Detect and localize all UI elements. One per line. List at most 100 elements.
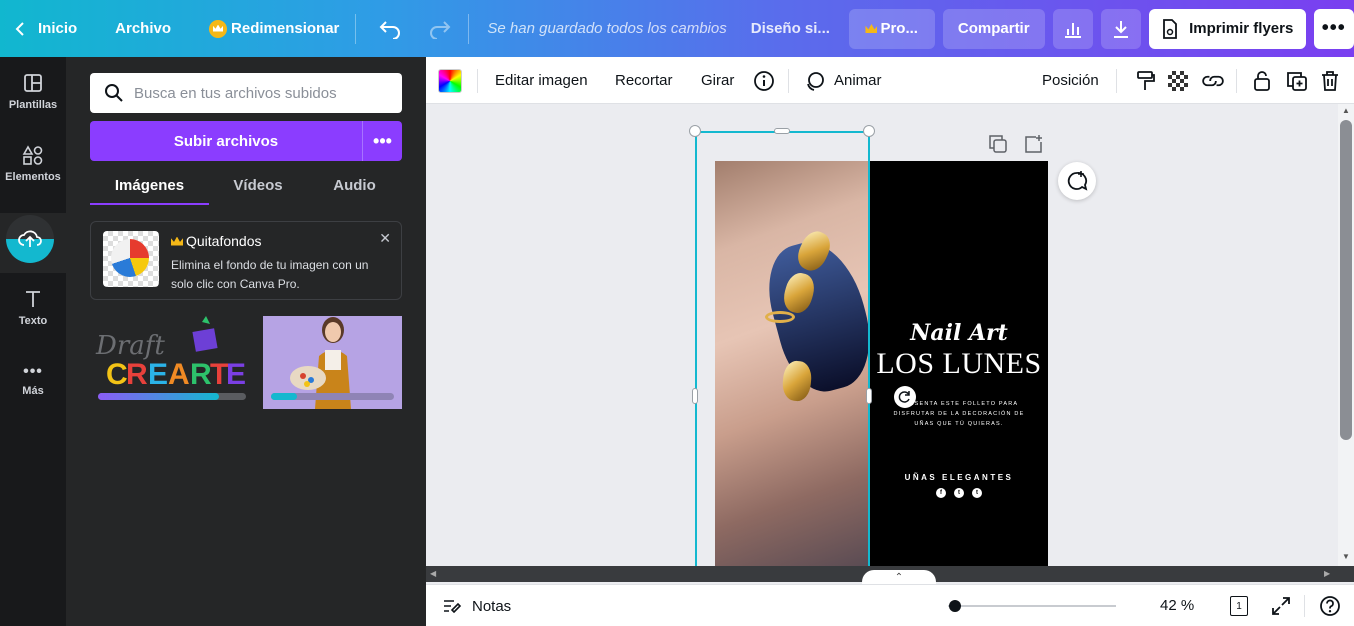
resize-handle-top[interactable] bbox=[774, 128, 790, 134]
add-comment-button[interactable] bbox=[1058, 162, 1096, 200]
page-duplicate-icon[interactable] bbox=[988, 134, 1008, 159]
link-icon bbox=[1202, 75, 1224, 86]
resize-handle-top-right[interactable] bbox=[863, 125, 875, 137]
design-title[interactable]: Diseño si... bbox=[739, 20, 839, 37]
link-button[interactable] bbox=[1202, 57, 1224, 104]
download-button[interactable] bbox=[1100, 8, 1141, 49]
scroll-right-icon[interactable]: ▶ bbox=[1324, 569, 1330, 578]
design-canvas[interactable]: Nail Art LOS LUNES PRESENTA ESTE FOLLETO… bbox=[426, 104, 1338, 566]
flyer-main-heading[interactable]: LOS LUNES bbox=[870, 347, 1048, 381]
edit-image-button[interactable]: Editar imagen bbox=[495, 57, 588, 104]
rotate-handle[interactable] bbox=[894, 386, 916, 408]
info-icon bbox=[754, 70, 774, 91]
file-menu-button[interactable]: Archivo bbox=[105, 9, 181, 49]
edit-image-label: Editar imagen bbox=[495, 72, 588, 89]
social-icons: f t t bbox=[936, 488, 982, 498]
zoom-level[interactable]: 42 % bbox=[1160, 597, 1194, 614]
tab-audio[interactable]: Audio bbox=[307, 171, 402, 205]
home-button[interactable]: Inicio bbox=[0, 9, 87, 49]
transparency-button[interactable] bbox=[1168, 57, 1188, 104]
insights-button[interactable] bbox=[1052, 8, 1093, 49]
divider bbox=[1304, 595, 1305, 617]
info-button[interactable] bbox=[753, 57, 775, 104]
scroll-up-icon[interactable]: ▲ bbox=[1342, 106, 1350, 115]
background-remover-promo[interactable]: Quitafondos Elimina el fondo de tu image… bbox=[90, 221, 402, 300]
save-status: Se han guardado todos los cambios bbox=[487, 20, 727, 37]
rail-item-text[interactable]: Texto bbox=[0, 273, 66, 343]
comment-add-icon bbox=[1067, 171, 1088, 191]
crop-button[interactable]: Recortar bbox=[615, 57, 673, 104]
crown-icon bbox=[171, 236, 183, 246]
rail-item-templates[interactable]: Plantillas bbox=[0, 57, 66, 127]
show-pages-button[interactable]: ⌃ bbox=[862, 570, 936, 584]
rail-item-elements[interactable]: Elementos bbox=[0, 129, 66, 199]
page-add-icon[interactable] bbox=[1024, 134, 1044, 159]
flyer-footer-text[interactable]: UÑAS ELEGANTES bbox=[870, 473, 1048, 482]
search-placeholder: Busca en tus archivos subidos bbox=[134, 84, 337, 102]
upload-options-button[interactable]: ••• bbox=[362, 121, 402, 161]
bar-chart-icon bbox=[1064, 22, 1081, 38]
svg-text:R: R bbox=[190, 358, 212, 391]
color-picker-button[interactable] bbox=[438, 57, 462, 104]
animate-button[interactable]: Animar bbox=[804, 57, 882, 104]
home-label: Inicio bbox=[38, 20, 78, 37]
divider bbox=[788, 69, 789, 93]
crown-icon bbox=[209, 19, 228, 38]
scroll-down-icon[interactable]: ▼ bbox=[1342, 552, 1350, 561]
tab-images[interactable]: Imágenes bbox=[90, 171, 209, 205]
resize-handle-top-left[interactable] bbox=[689, 125, 701, 137]
elements-icon bbox=[22, 145, 43, 165]
media-tabs: Imágenes Vídeos Audio bbox=[90, 171, 402, 205]
more-dots-icon: ••• bbox=[373, 130, 392, 151]
page-count-button[interactable]: 1 bbox=[1230, 596, 1248, 616]
rail-label: Texto bbox=[18, 315, 48, 327]
resize-handle-left[interactable] bbox=[692, 388, 698, 404]
resize-handle-right[interactable] bbox=[866, 388, 872, 404]
lock-icon bbox=[1254, 70, 1270, 91]
duplicate-button[interactable] bbox=[1286, 57, 1308, 104]
copy-style-button[interactable] bbox=[1136, 57, 1156, 104]
redo-button[interactable] bbox=[418, 9, 462, 49]
divider bbox=[468, 13, 470, 44]
search-input[interactable]: Busca en tus archivos subidos bbox=[90, 73, 402, 113]
upload-rail-button[interactable] bbox=[6, 215, 54, 263]
divider bbox=[1236, 69, 1237, 93]
share-label: Compartir bbox=[957, 20, 1030, 37]
fullscreen-button[interactable] bbox=[1271, 596, 1291, 621]
undo-button[interactable] bbox=[368, 9, 412, 49]
help-button[interactable] bbox=[1319, 595, 1341, 622]
resize-button[interactable]: Redimensionar bbox=[199, 9, 349, 49]
position-button[interactable]: Posición bbox=[1042, 57, 1099, 104]
close-icon[interactable]: ✕ bbox=[379, 230, 391, 247]
upload-progress-fill bbox=[98, 393, 219, 400]
upload-files-button[interactable]: Subir archivos bbox=[90, 121, 362, 161]
share-button[interactable]: Compartir bbox=[942, 8, 1045, 49]
help-icon bbox=[1320, 596, 1340, 616]
chevron-up-icon: ⌃ bbox=[894, 571, 904, 583]
svg-text:C: C bbox=[106, 358, 128, 391]
uploaded-image-logo[interactable]: Draft C R E A R T E bbox=[90, 316, 247, 409]
uploaded-image-girl[interactable] bbox=[263, 316, 402, 409]
flyer-script-heading[interactable]: Nail Art bbox=[870, 320, 1048, 346]
flip-button[interactable]: Girar bbox=[701, 57, 734, 104]
more-icon: ••• bbox=[23, 363, 43, 380]
more-menu-button[interactable]: ••• bbox=[1313, 8, 1354, 49]
zoom-slider-knob[interactable] bbox=[948, 600, 961, 612]
upload-label: Subir archivos bbox=[173, 132, 279, 150]
delete-button[interactable] bbox=[1320, 57, 1340, 104]
vertical-scroll-thumb[interactable] bbox=[1340, 120, 1352, 440]
zoom-slider[interactable] bbox=[948, 605, 1116, 607]
svg-text:A: A bbox=[168, 358, 190, 391]
tab-videos[interactable]: Vídeos bbox=[209, 171, 307, 205]
left-rail: Plantillas Elementos Texto ••• Más bbox=[0, 57, 66, 626]
promo-description: Elimina el fondo de tu imagen con un sol… bbox=[171, 258, 369, 291]
flyer-text-panel[interactable]: Nail Art LOS LUNES PRESENTA ESTE FOLLETO… bbox=[870, 161, 1048, 566]
print-flyers-button[interactable]: Imprimir flyers bbox=[1148, 8, 1306, 49]
rail-item-more[interactable]: ••• Más bbox=[0, 345, 66, 415]
notes-button[interactable]: Notas bbox=[442, 585, 511, 626]
crop-label: Recortar bbox=[615, 72, 673, 89]
lock-button[interactable] bbox=[1252, 57, 1272, 104]
scroll-left-icon[interactable]: ◀ bbox=[430, 569, 436, 578]
pro-button[interactable]: Pro... bbox=[848, 8, 935, 49]
paint-roller-icon bbox=[1137, 70, 1155, 90]
